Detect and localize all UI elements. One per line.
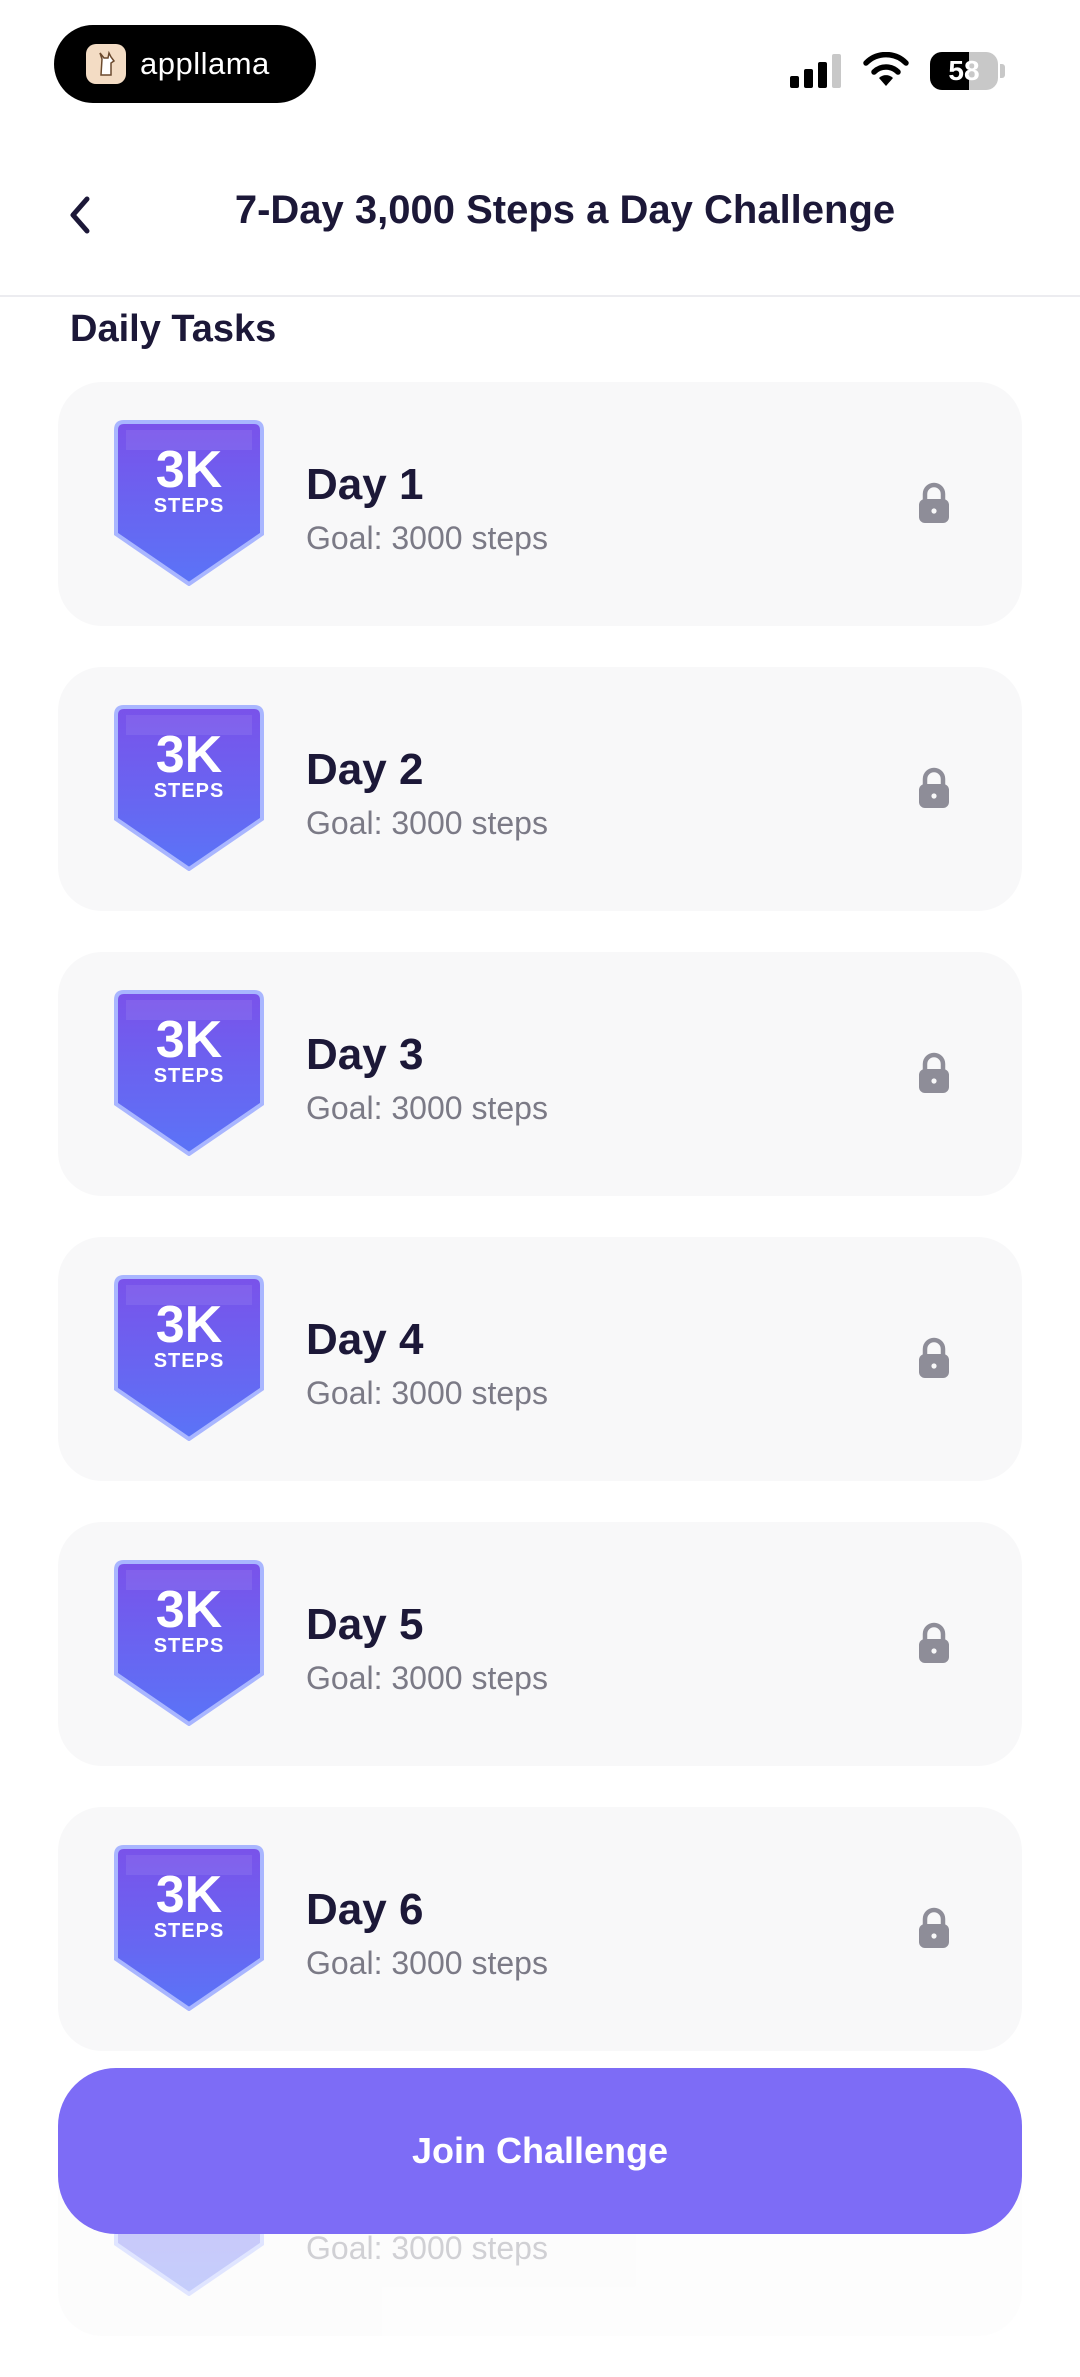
task-day-title: Day 3 [306,1030,424,1079]
back-button[interactable] [50,185,110,245]
chevron-left-icon [70,196,90,234]
task-goal-text: Goal: 3000 steps [306,1375,548,1411]
lock-icon [919,482,949,523]
badge-big-text: 3K [155,1011,223,1069]
wifi-icon [863,52,909,86]
lock-icon [919,767,949,808]
badge-small-text: STEPS [153,495,225,517]
lock-icon [919,1622,949,1663]
task-card-day-4[interactable]: 3K STEPS Day 4 Goal: 3000 steps [58,1237,1022,1481]
app-brand-pill[interactable]: appllama [54,25,316,103]
badge-big-text: 3K [155,726,223,784]
section-title: Daily Tasks [70,308,277,350]
task-day-title: Day 5 [306,1600,424,1649]
badge-small-text: STEPS [153,1920,225,1942]
task-goal-text: Goal: 3000 steps [306,1945,548,1981]
battery-indicator: 58 [930,52,1006,90]
task-card-day-5[interactable]: 3K STEPS Day 5 Goal: 3000 steps [58,1522,1022,1766]
task-day-title: Day 1 [306,460,424,509]
join-challenge-button[interactable]: Join Challenge [58,2068,1022,2234]
lock-icon [919,1337,949,1378]
task-goal-text: Goal: 3000 steps [306,805,548,841]
battery-level-text: 58 [948,55,980,86]
task-day-title: Day 2 [306,745,424,794]
badge-small-text: STEPS [153,1350,225,1372]
task-goal-text: Goal: 3000 steps [306,2230,548,2266]
cellular-signal-icon [790,54,841,88]
task-day-title: Day 6 [306,1885,424,1934]
task-goal-text: Goal: 3000 steps [306,520,548,556]
nav-header: 7-Day 3,000 Steps a Day Challenge [0,130,1080,297]
task-goal-text: Goal: 3000 steps [306,1660,548,1696]
task-card-day-2[interactable]: 3K STEPS Day 2 Goal: 3000 steps [58,667,1022,911]
task-card-day-1[interactable]: 3K STEPS Day 1 Goal: 3000 steps [58,382,1022,626]
status-bar: appllama 58 [0,0,1080,130]
task-day-title: Day 4 [306,1315,424,1364]
badge-big-text: 3K [155,441,223,499]
task-goal-text: Goal: 3000 steps [306,1090,548,1126]
join-challenge-label: Join Challenge [411,2130,669,2171]
brand-name: appllama [140,46,270,81]
task-card-day-3[interactable]: 3K STEPS Day 3 Goal: 3000 steps [58,952,1022,1196]
badge-big-text: 3K [155,1581,223,1639]
badge-small-text: STEPS [153,1065,225,1087]
badge-big-text: 3K [155,1296,223,1354]
badge-small-text: STEPS [153,1635,225,1657]
page-title: 7-Day 3,000 Steps a Day Challenge [234,188,896,232]
lock-icon [919,1907,949,1948]
lock-icon [919,1052,949,1093]
badge-small-text: STEPS [153,780,225,802]
llama-logo-icon [86,44,126,84]
task-card-day-6[interactable]: 3K STEPS Day 6 Goal: 3000 steps [58,1807,1022,2051]
badge-big-text: 3K [155,1866,223,1924]
